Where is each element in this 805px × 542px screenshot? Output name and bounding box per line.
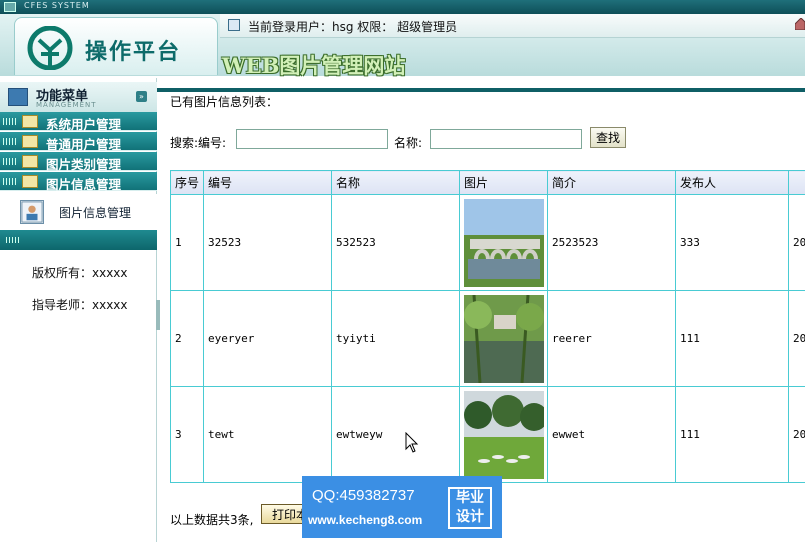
advisor-text: 指导老师：xxxxx [32,298,128,312]
search-button[interactable]: 查找 [590,127,626,148]
column-header: 名称 [331,170,460,195]
site-title: WEB图片管理网站 [222,53,406,78]
search-name-label: 名称: [394,136,423,150]
grip-icon [3,138,17,145]
bank-logo-icon [27,26,73,70]
table-row: 3 tewt ewtweyw ewwet 111 20 [170,386,805,483]
column-header: 简介 [547,170,676,195]
pond-photo[interactable] [464,294,544,383]
folder-icon [22,115,38,128]
menu-footer [0,230,157,250]
image-table: 序号 编号 名称 图片 简介 发布人 1 32523 532523 252352… [170,170,805,483]
cell-name: ewtweyw [331,386,460,483]
watermark-qq: QQ:459382737 [312,487,415,504]
column-header: 发布人 [675,170,789,195]
cell-extra: 20 [788,194,805,291]
cell-publisher: 333 [675,194,789,291]
home-icon[interactable] [795,18,805,30]
sidebar-item-image-categories[interactable]: 图片类别管理 [0,152,157,172]
badge-line2: 设计 [456,509,484,525]
cell-code: tewt [203,386,332,483]
cell-seq: 2 [170,290,204,387]
cell-name: 532523 [331,194,460,291]
cell-extra: 20 [788,386,805,483]
collapse-icon[interactable]: » [136,91,147,102]
grip-icon [3,178,17,185]
cell-image [459,194,548,291]
cell-name: tyiyti [331,290,460,387]
watermark-url: www.kecheng8.com [308,513,423,527]
sidebar-item-system-users[interactable]: 系统用户管理 [0,112,157,132]
column-header: 编号 [203,170,332,195]
search-bar: 搜索:编号: 名称: 查找 [170,127,790,151]
list-title: 已有图片信息列表： [170,95,279,109]
table-row: 2 eyeryer tyiyti reerer 111 20 [170,290,805,387]
main-content: 已有图片信息列表： 搜索:编号: 名称: 查找 序号 编号 名称 图片 简介 发… [160,78,805,542]
cell-intro: 2523523 [547,194,676,291]
grip-icon [6,237,20,243]
folder-icon [22,175,38,188]
grip-icon [3,158,17,165]
login-info: 当前登录用户：hsg 权限： 超级管理员 [248,20,458,34]
mouse-cursor-icon [405,432,419,453]
folder-icon [22,135,38,148]
menu-icon [8,88,28,106]
menu-subtitle: MANAGEMENT [36,101,97,109]
search-id-label: 搜索:编号: [170,136,227,150]
sidebar-item-normal-users[interactable]: 普通用户管理 [0,132,157,152]
search-name-input[interactable] [430,129,582,149]
submenu-image-info[interactable]: 图片信息管理 [0,194,157,230]
sidebar-item-label: 普通用户管理 [46,137,122,152]
garden-photo[interactable] [464,390,544,479]
watermark-banner: QQ:459382737 www.kecheng8.com 毕业 设计 [302,476,502,538]
system-icon [4,2,16,12]
submenu-label: 图片信息管理 [59,206,132,220]
copyright-text: 版权所有：xxxxx [32,266,128,280]
sidebar-item-label: 图片类别管理 [46,157,122,172]
badge-line1: 毕业 [456,490,484,506]
watermark-badge: 毕业 设计 [448,487,492,529]
cell-publisher: 111 [675,386,789,483]
table-header-row: 序号 编号 名称 图片 简介 发布人 [170,170,805,195]
cell-intro: reerer [547,290,676,387]
folder-icon [22,155,38,168]
sidebar-item-image-info[interactable]: 图片信息管理 [0,172,157,192]
user-card-icon [20,200,44,224]
cell-intro: ewwet [547,386,676,483]
login-info-bar: 当前登录用户：hsg 权限： 超级管理员 [220,14,805,38]
monitor-icon [228,19,240,31]
grip-icon [3,118,17,125]
cell-code: eyeryer [203,290,332,387]
search-id-input[interactable] [236,129,388,149]
sidebar-item-label: 系统用户管理 [46,117,122,132]
sidebar-item-label: 图片信息管理 [46,177,122,192]
cell-publisher: 111 [675,290,789,387]
column-header [788,170,805,195]
bridge-photo[interactable] [464,198,544,287]
column-header: 序号 [170,170,204,195]
sidebar: 功能菜单 MANAGEMENT » 系统用户管理 普通用户管理 图片类别管理 图… [0,78,157,542]
record-count: 以上数据共3条, [170,513,254,527]
table-row: 1 32523 532523 2523523 333 20 [170,194,805,291]
cell-image [459,386,548,483]
cell-image [459,290,548,387]
system-titlebar: CFES SYSTEM [0,0,805,14]
menu-header: 功能菜单 MANAGEMENT » [0,82,157,112]
cell-extra: 20 [788,290,805,387]
logo-text: 操作平台 [85,39,182,65]
cell-seq: 1 [170,194,204,291]
header: 操作平台 当前登录用户：hsg 权限： 超级管理员 WEB图片管理网站 [0,14,805,92]
cell-seq: 3 [170,386,204,483]
column-header: 图片 [459,170,548,195]
cell-code: 32523 [203,194,332,291]
logo-panel: 操作平台 [14,17,218,75]
system-caption: CFES SYSTEM [24,1,90,10]
